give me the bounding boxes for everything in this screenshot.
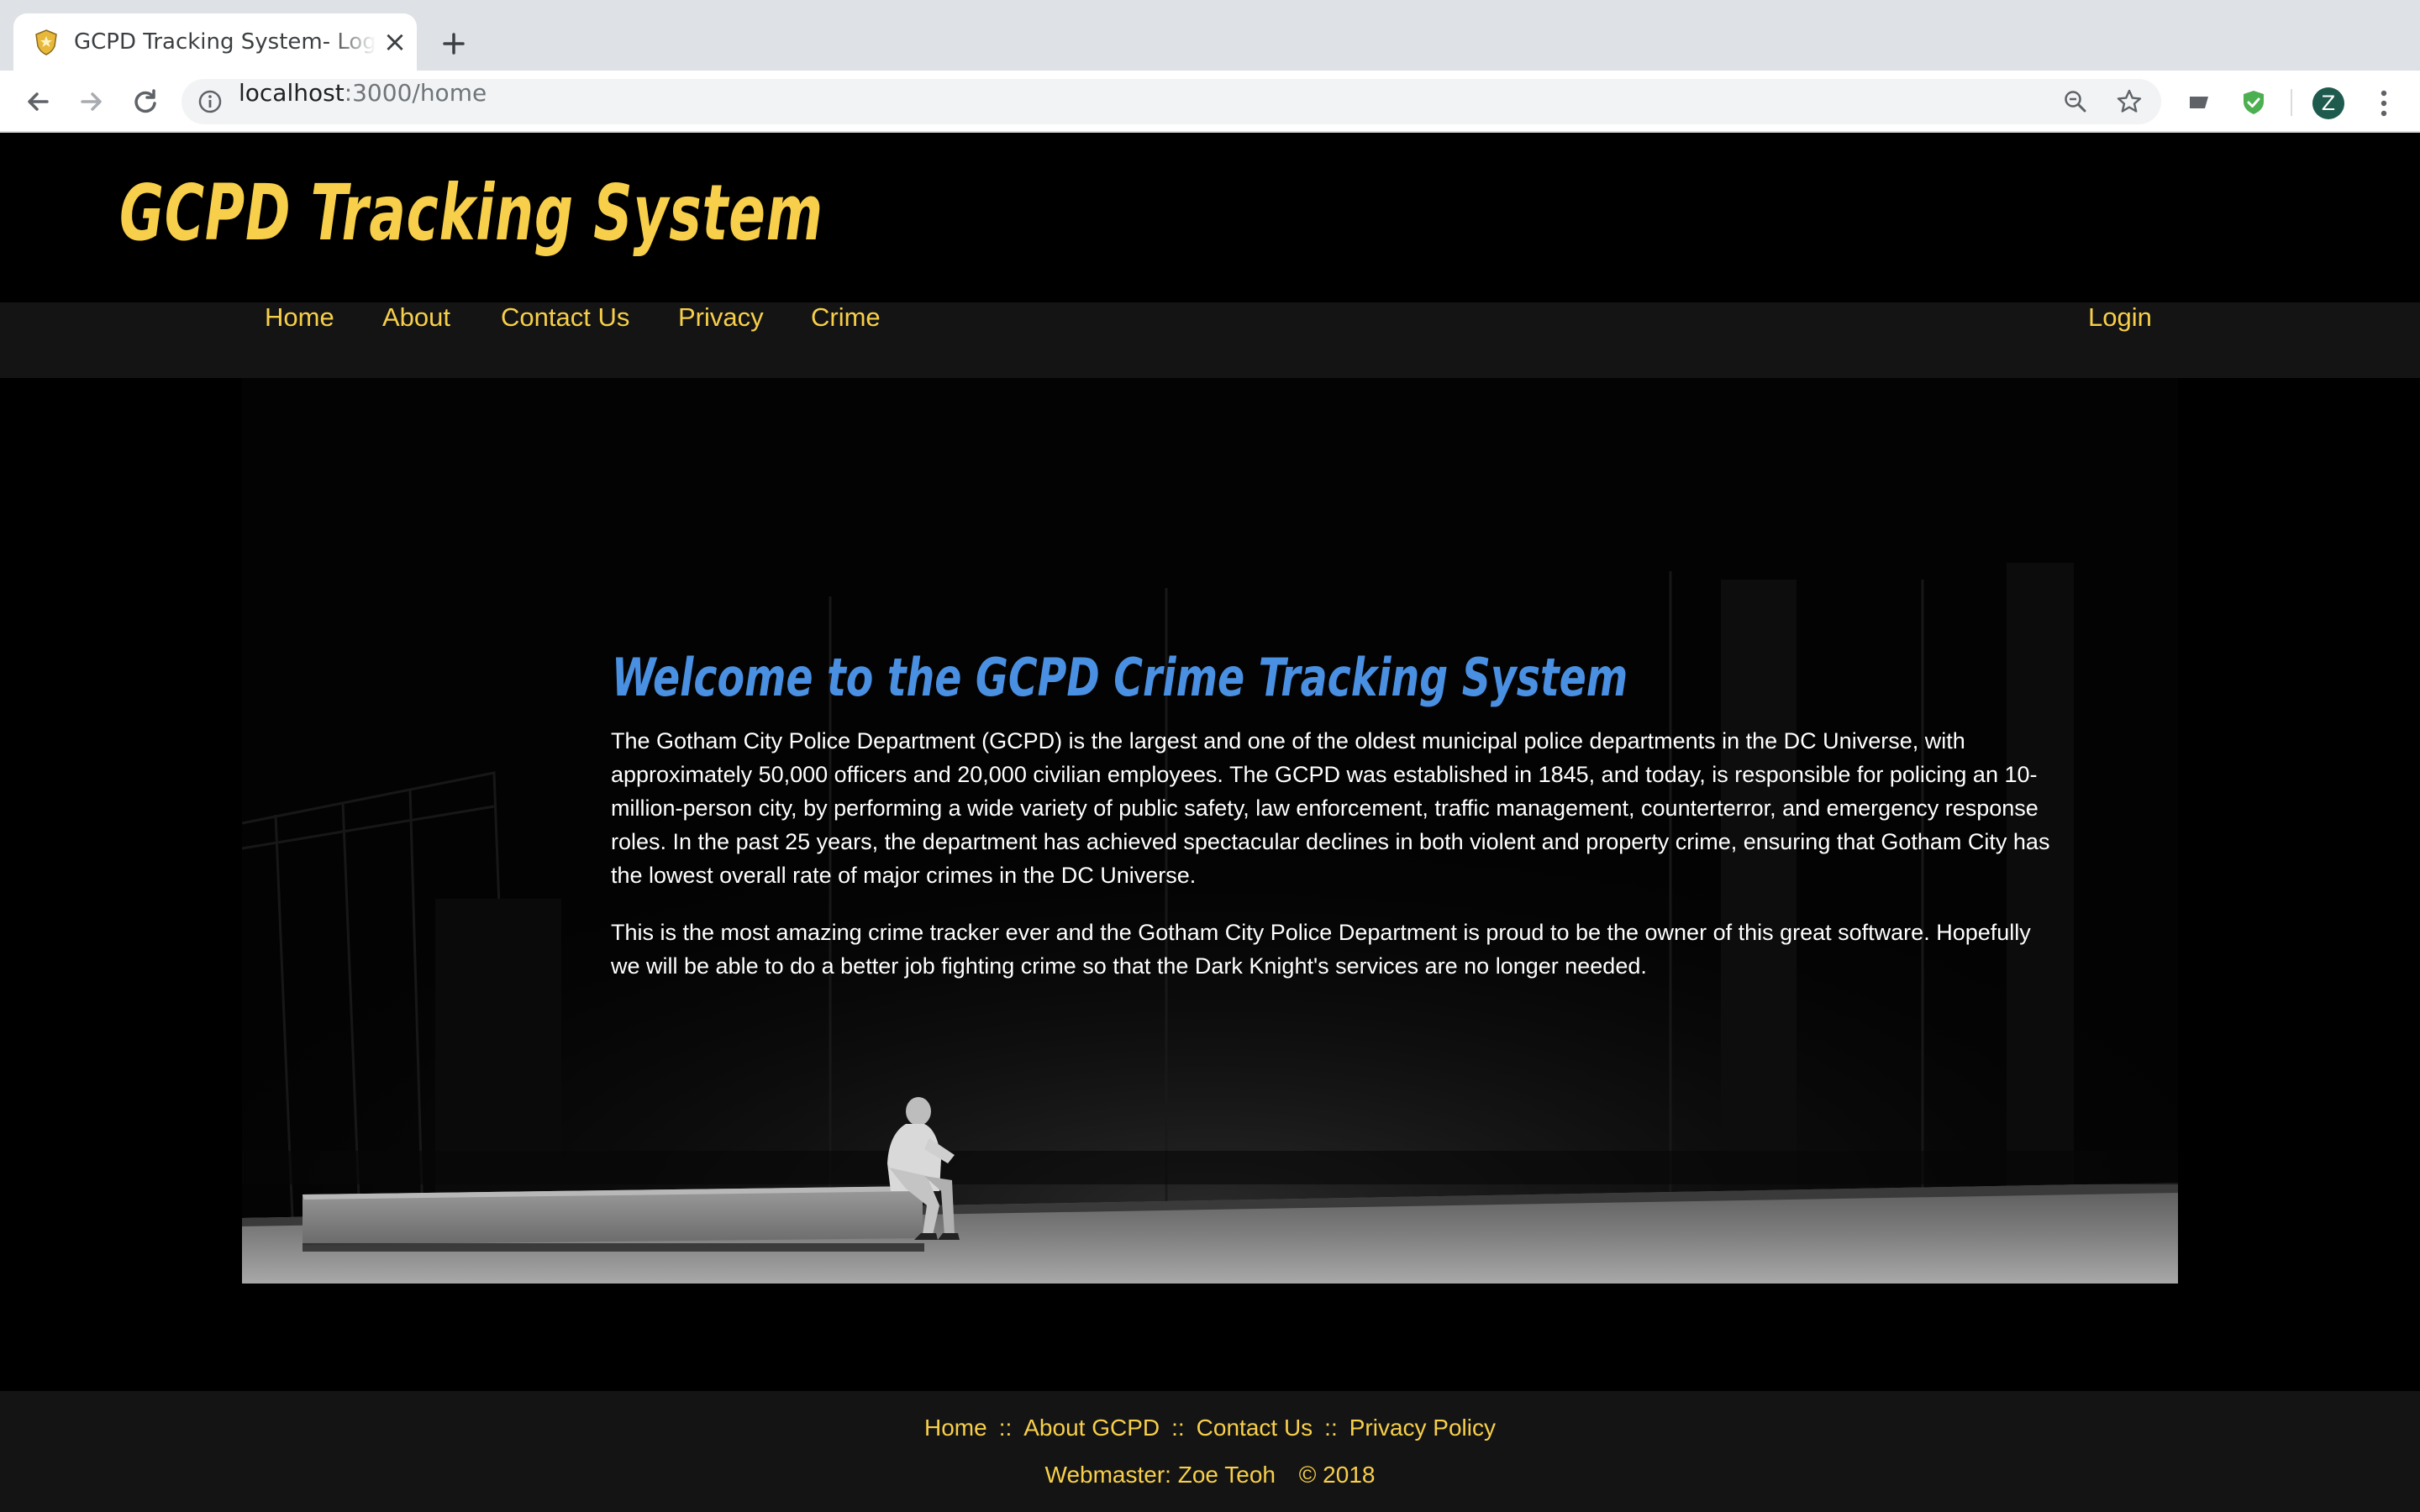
footer-meta: Webmaster: Zoe Teoh © 2018 bbox=[0, 1462, 2420, 1488]
nav-about[interactable]: About bbox=[382, 302, 450, 378]
hero-banner: Welcome to the GCPD Crime Tracking Syste… bbox=[242, 378, 2178, 1284]
bookmark-star-icon[interactable] bbox=[2116, 88, 2143, 115]
footer-separator: :: bbox=[1171, 1415, 1185, 1441]
mission-paragraph: This is the most amazing crime tracker e… bbox=[611, 920, 2031, 979]
welcome-heading: Welcome to the GCPD Crime Tracking Syste… bbox=[612, 647, 1628, 708]
more-menu-icon[interactable] bbox=[2371, 86, 2396, 121]
nav-login[interactable]: Login bbox=[2088, 302, 2152, 378]
main-navbar: Home About Contact Us Privacy Crime Logi… bbox=[0, 302, 2420, 378]
browser-toolbar: localhost:3000/home Z bbox=[0, 71, 2420, 133]
nav-privacy[interactable]: Privacy bbox=[678, 302, 764, 378]
extension-tag-icon[interactable] bbox=[2186, 89, 2213, 116]
info-icon[interactable] bbox=[197, 88, 224, 115]
tab-title: GCPD Tracking System- Logged In bbox=[74, 29, 376, 55]
url-text: localhost:3000/home bbox=[239, 79, 487, 107]
back-arrow-icon[interactable] bbox=[18, 82, 57, 121]
site-title: GCPD Tracking System bbox=[119, 168, 823, 258]
browser-tab[interactable]: GCPD Tracking System- Logged In × bbox=[13, 13, 417, 71]
footer-link-privacy-policy[interactable]: Privacy Policy bbox=[1349, 1415, 1496, 1441]
reload-icon[interactable] bbox=[126, 82, 165, 121]
close-tab-icon[interactable]: × bbox=[378, 25, 412, 59]
nav-crime[interactable]: Crime bbox=[811, 302, 881, 378]
footer-link-contact-us[interactable]: Contact Us bbox=[1197, 1415, 1313, 1441]
footer-link-home[interactable]: Home bbox=[924, 1415, 987, 1441]
nav-contact-us[interactable]: Contact Us bbox=[501, 302, 629, 378]
footer-separator: :: bbox=[1324, 1415, 1338, 1441]
zoom-icon[interactable] bbox=[2062, 88, 2089, 115]
forward-arrow-icon[interactable] bbox=[72, 82, 111, 121]
webmaster-name[interactable]: Zoe Teoh bbox=[1178, 1462, 1276, 1488]
site-footer: Home:: About GCPD:: Contact Us:: Privacy Po… bbox=[0, 1391, 2420, 1512]
footer-links: Home:: About GCPD:: Contact Us:: Privacy Po… bbox=[0, 1415, 2420, 1441]
footer-link-about-gcpd[interactable]: About GCPD bbox=[1023, 1415, 1160, 1441]
shield-check-icon[interactable] bbox=[2240, 89, 2267, 116]
browser-tab-strip: GCPD Tracking System- Logged In × bbox=[0, 0, 2420, 71]
web-page: GCPD Tracking System Home About Contact … bbox=[0, 133, 2420, 1512]
address-bar[interactable]: localhost:3000/home bbox=[182, 79, 2161, 124]
copyright-text: © 2018 bbox=[1298, 1462, 1376, 1488]
webmaster-label: Webmaster: bbox=[1044, 1462, 1171, 1488]
police-badge-icon bbox=[35, 29, 57, 55]
toolbar-separator bbox=[2291, 89, 2292, 116]
intro-paragraph: The Gotham City Police Department (GCPD)… bbox=[611, 728, 2050, 888]
nav-home[interactable]: Home bbox=[265, 302, 334, 378]
profile-avatar[interactable]: Z bbox=[2312, 87, 2344, 119]
new-tab-icon[interactable] bbox=[434, 24, 474, 64]
footer-separator: :: bbox=[998, 1415, 1013, 1441]
